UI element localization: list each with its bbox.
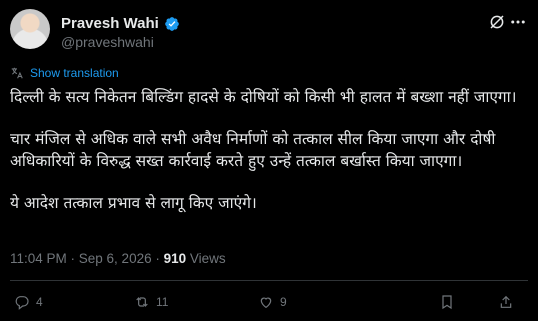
bookmark-button[interactable] (439, 294, 455, 310)
tweet-paragraph: चार मंजिल से अधिक वाले सभी अवैध निर्माणो… (10, 130, 496, 170)
repost-icon (136, 297, 148, 307)
views-label: Views (186, 251, 226, 266)
reply-button[interactable]: 4 (14, 294, 43, 310)
reply-count: 4 (36, 295, 43, 309)
share-icon (500, 295, 512, 308)
verified-badge-icon (164, 16, 179, 31)
tweet-header: Pravesh Wahi @praveshwahi (10, 9, 528, 53)
tweet-actions: 4 11 9 (0, 294, 538, 314)
share-button[interactable] (498, 294, 514, 310)
reply-icon (15, 296, 29, 310)
author-name[interactable]: Pravesh Wahi (61, 15, 159, 32)
tweet-meta: 11:04 PM · Sep 6, 2026 · 910 Views (10, 251, 226, 266)
translate-icon (11, 67, 23, 79)
like-button[interactable]: 9 (258, 294, 287, 310)
repost-count: 11 (156, 295, 169, 309)
tweet-paragraph: दिल्ली के सत्य निकेतन बिल्डिंग हादसे के … (10, 88, 517, 106)
divider (10, 280, 528, 281)
tweet-paragraph: ये आदेश तत्काल प्रभाव से लागू किए जाएंगे… (10, 194, 257, 212)
author-name-row: Pravesh Wahi (61, 15, 180, 32)
grok-icon[interactable] (488, 13, 506, 31)
show-translation-link[interactable]: Show translation (10, 66, 119, 80)
like-icon (260, 297, 272, 309)
show-translation-label: Show translation (30, 66, 119, 80)
repost-button[interactable]: 11 (134, 294, 168, 310)
author-handle[interactable]: @praveshwahi (61, 34, 154, 50)
avatar[interactable] (10, 9, 50, 49)
like-count: 9 (280, 295, 287, 309)
views-count: 910 (163, 251, 187, 266)
tweet-timestamp[interactable]: 11:04 PM · Sep 6, 2026 · (10, 251, 164, 266)
bookmark-icon (442, 295, 452, 310)
tweet-text: दिल्ली के सत्य निकेतन बिल्डिंग हादसे के … (10, 86, 520, 234)
more-icon[interactable] (508, 13, 528, 31)
